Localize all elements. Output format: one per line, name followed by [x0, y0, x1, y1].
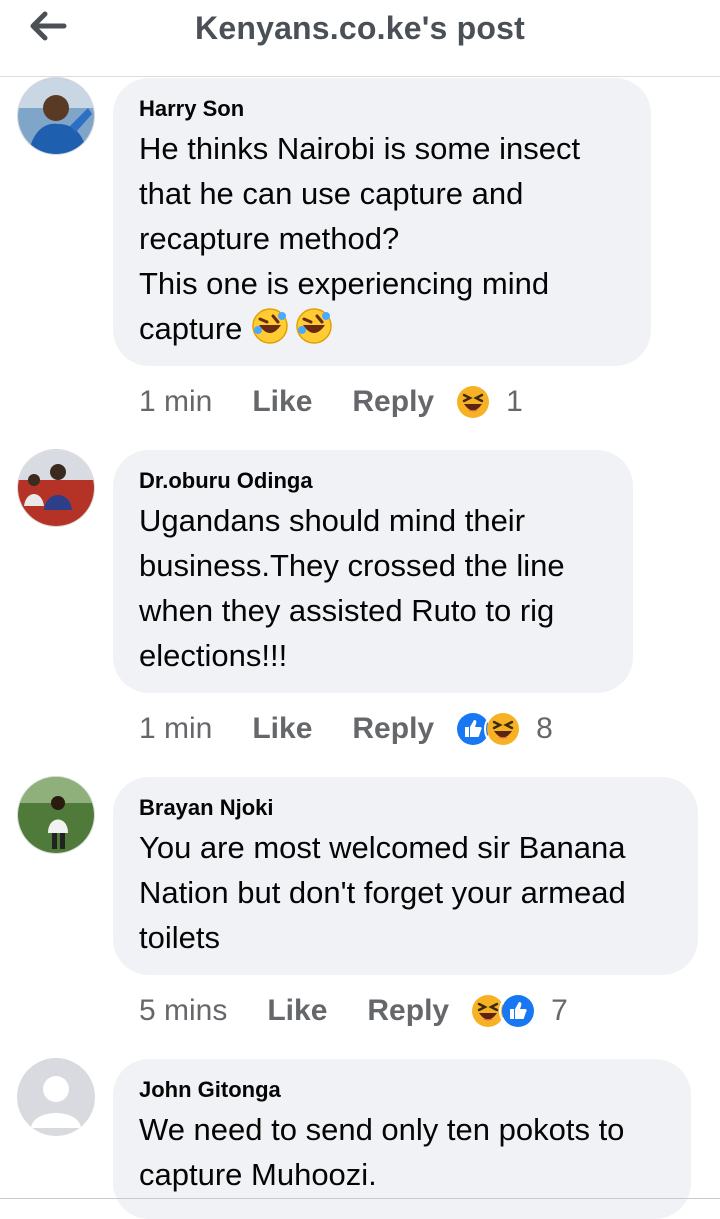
- comment-author[interactable]: Dr.oburu Odinga: [139, 464, 607, 498]
- rolling-laughing-emoji: [251, 307, 335, 357]
- reaction-count[interactable]: 1: [506, 385, 523, 419]
- comment-time[interactable]: 1 min: [139, 385, 212, 419]
- comment-actions: 1 min Like Reply 1: [139, 380, 523, 424]
- like-button[interactable]: Like: [267, 994, 327, 1028]
- comment-actions: 5 mins Like Reply 7: [139, 989, 568, 1033]
- avatar[interactable]: [17, 1058, 95, 1136]
- comment-bubble: John Gitonga We need to send only ten po…: [113, 1059, 691, 1219]
- reply-button[interactable]: Reply: [352, 385, 434, 419]
- avatar[interactable]: [17, 77, 95, 155]
- default-avatar-icon: [17, 1058, 95, 1136]
- avatar[interactable]: [17, 449, 95, 527]
- comment-author[interactable]: John Gitonga: [139, 1073, 665, 1107]
- like-reaction-icon: [499, 992, 538, 1030]
- comment-time[interactable]: 5 mins: [139, 994, 227, 1028]
- reaction-summary[interactable]: [469, 992, 538, 1030]
- page-title: Kenyans.co.ke's post: [195, 10, 525, 46]
- haha-reaction-icon: [484, 710, 523, 748]
- comment-author[interactable]: Harry Son: [139, 92, 625, 126]
- avatar[interactable]: [17, 776, 95, 854]
- comment-text: He thinks Nairobi is some insect that he…: [139, 126, 625, 357]
- reaction-count[interactable]: 8: [536, 712, 553, 746]
- reaction-count[interactable]: 7: [551, 994, 568, 1028]
- comment-actions: 1 min Like Reply 8: [139, 707, 553, 751]
- comment-author[interactable]: Brayan Njoki: [139, 791, 672, 825]
- reply-button[interactable]: Reply: [367, 994, 449, 1028]
- comment-text: You are most welcomed sir Banana Nation …: [139, 830, 626, 955]
- comment-bubble: Brayan Njoki You are most welcomed sir B…: [113, 777, 698, 975]
- reply-button[interactable]: Reply: [352, 712, 434, 746]
- comment-text: We need to send only ten pokots to captu…: [139, 1112, 625, 1192]
- haha-reaction-icon: [454, 383, 493, 421]
- comment-bubble: Harry Son He thinks Nairobi is some inse…: [113, 78, 651, 366]
- like-button[interactable]: Like: [252, 712, 312, 746]
- divider: [0, 1198, 720, 1199]
- top-bar: Kenyans.co.ke's post: [0, 0, 720, 77]
- comment-time[interactable]: 1 min: [139, 712, 212, 746]
- comment-text: Ugandans should mind their business.They…: [139, 503, 565, 673]
- reaction-summary[interactable]: [454, 710, 523, 748]
- reaction-summary[interactable]: [454, 383, 493, 421]
- comment-bubble: Dr.oburu Odinga Ugandans should mind the…: [113, 450, 633, 693]
- like-button[interactable]: Like: [252, 385, 312, 419]
